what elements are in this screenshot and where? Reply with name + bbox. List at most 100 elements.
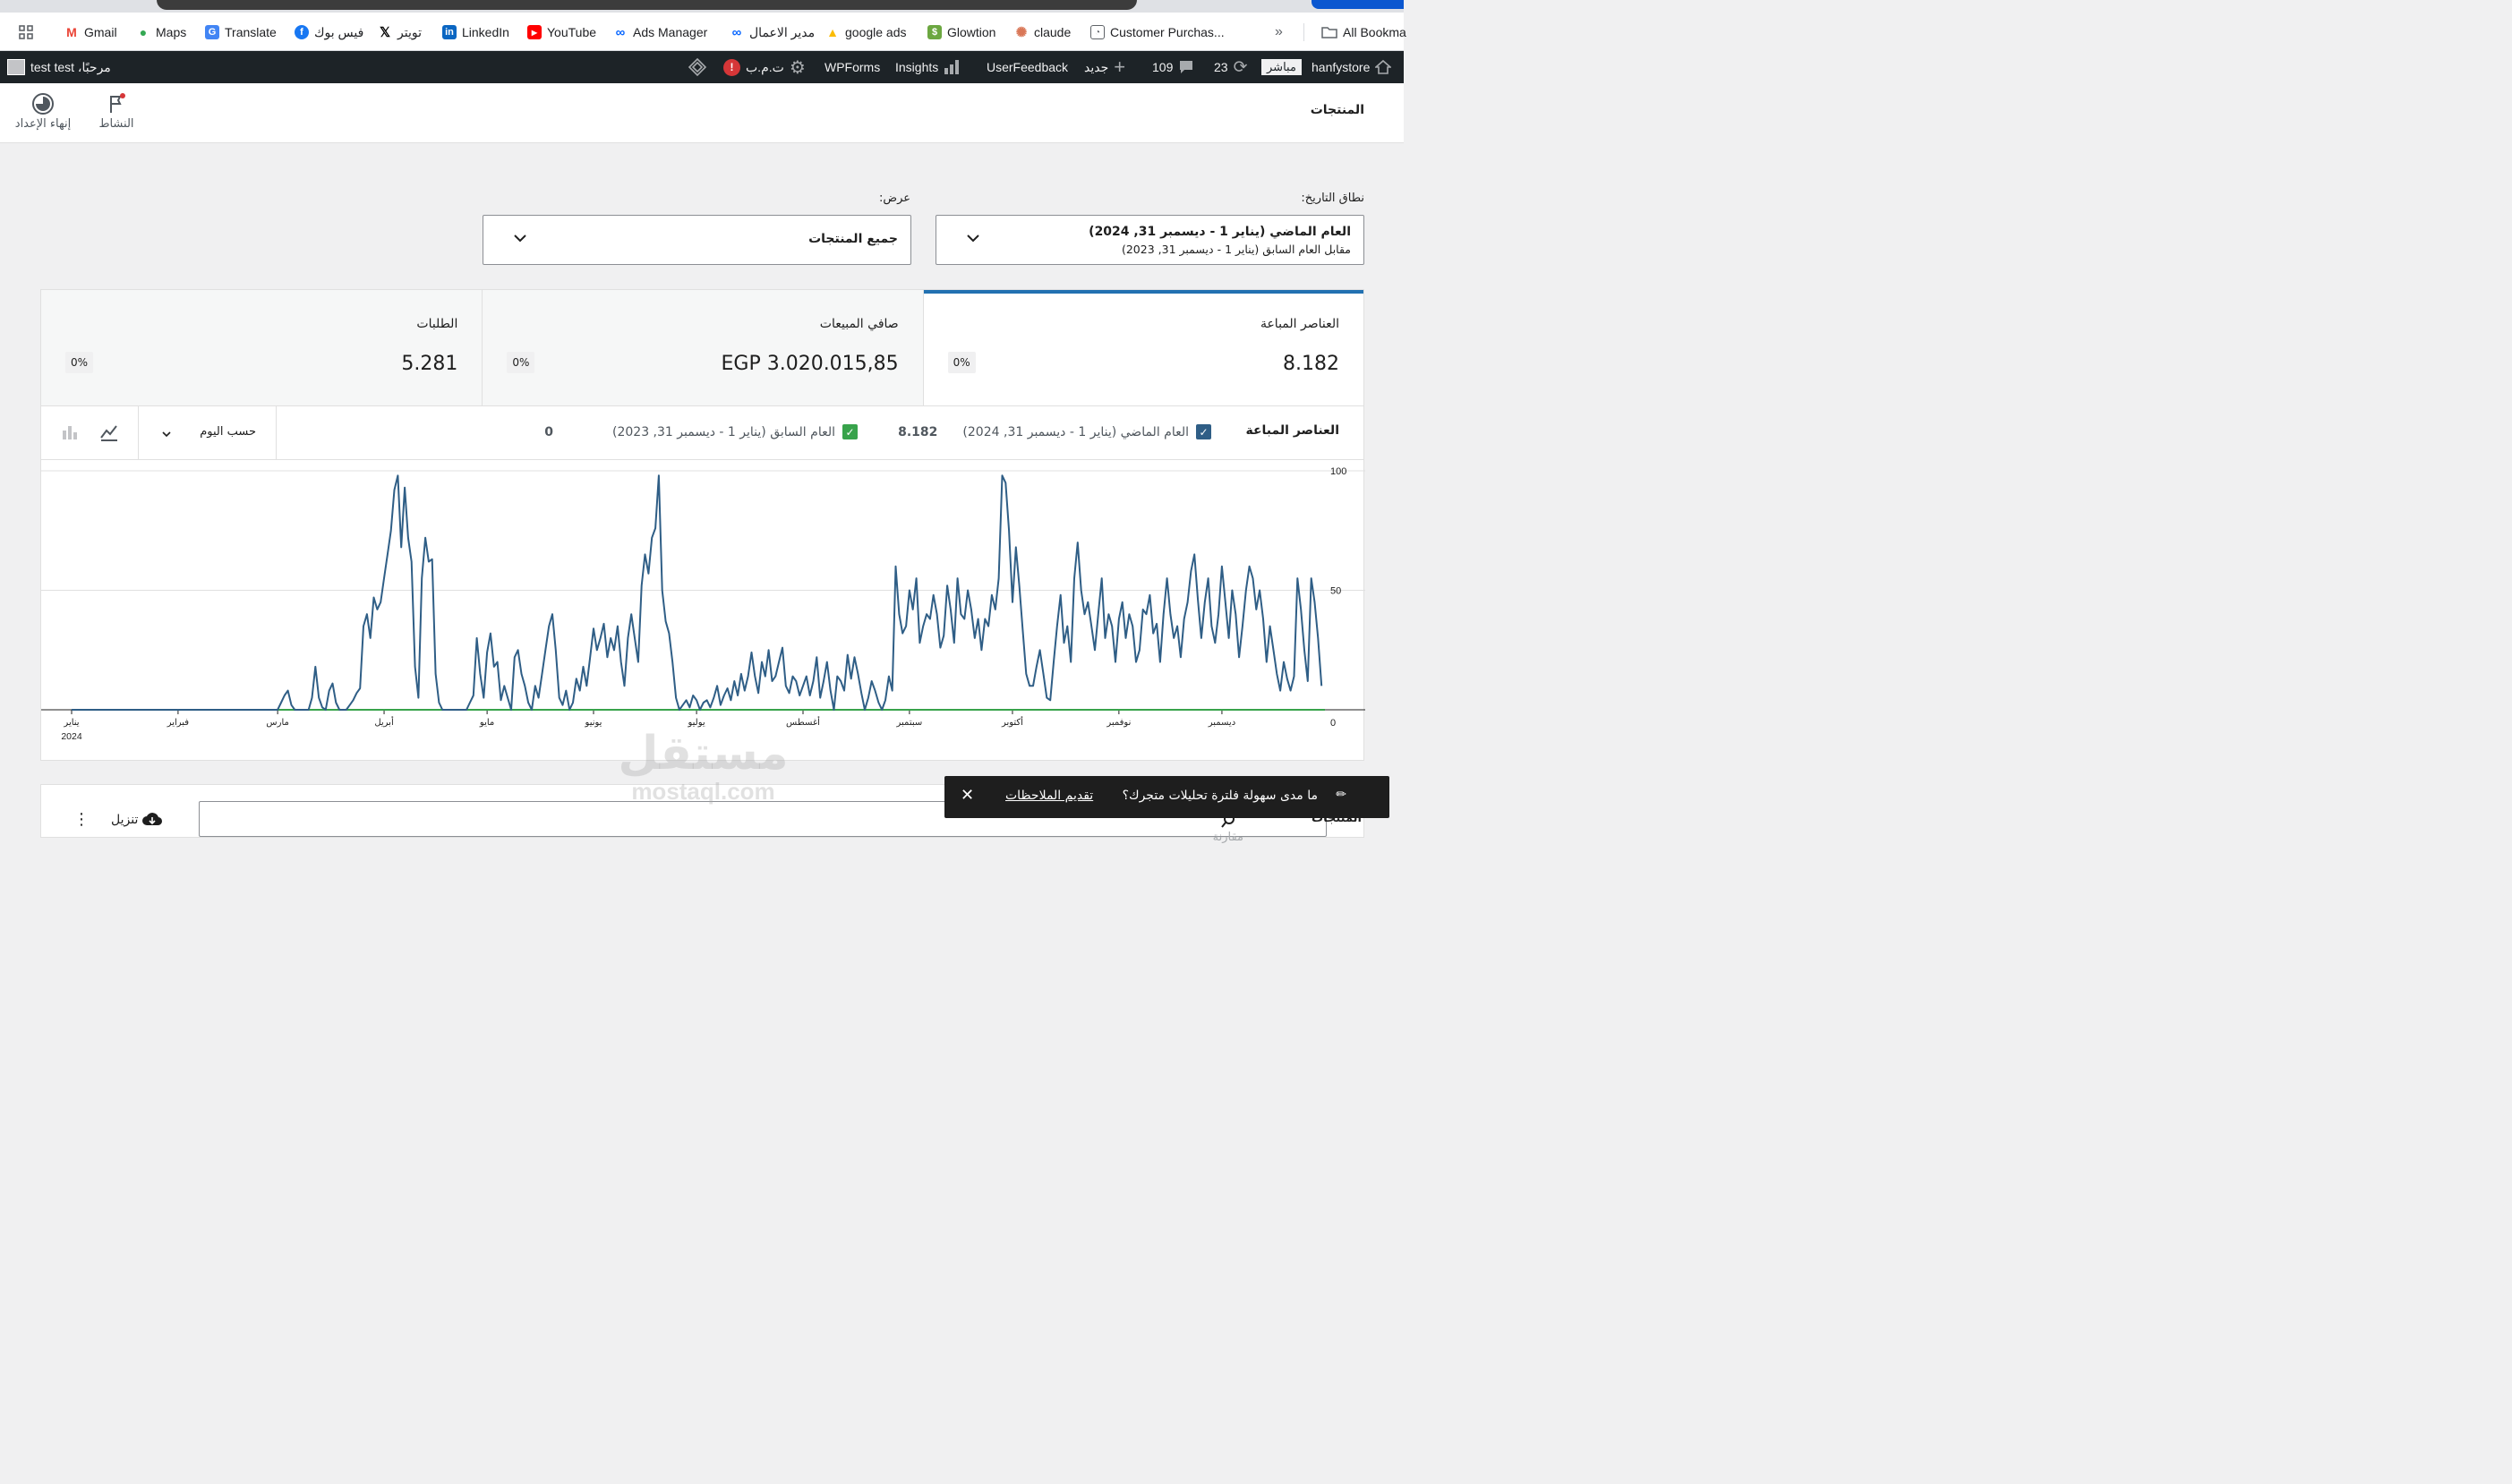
download-button[interactable]: تنزيل: [111, 812, 163, 828]
snackbar-message: ما مدى سهولة فلترة تحليلات متجرك؟: [1122, 789, 1318, 803]
avatar: [7, 59, 25, 75]
pencil-icon: ✏: [1336, 788, 1346, 802]
new-content-menu[interactable]: جديد +: [1084, 51, 1125, 83]
compare-button[interactable]: مقارنة: [1213, 831, 1243, 844]
maps-pin-icon: ●: [136, 25, 150, 39]
chart-title: العناصر المباعة: [1245, 423, 1339, 438]
my-account-menu[interactable]: مرحبًا، test test: [7, 51, 111, 83]
line-chart-icon[interactable]: [98, 422, 120, 443]
wp-admin-bar: مرحبًا، test test ! ت.م.ب ⚙ WPForms Insi…: [0, 51, 1404, 83]
bookmark-linkedin[interactable]: in LinkedIn: [442, 22, 509, 42]
google-ads-icon: ▲: [825, 25, 840, 39]
chart-panel: العناصر المباعة 8.182 العام الماضي (يناي…: [40, 406, 1365, 761]
bookmark-business-manager[interactable]: ∞ مدير الاعمال: [730, 22, 815, 42]
legend-checkbox-checked-icon[interactable]: ✓: [842, 424, 858, 439]
x-tick-label: سبتمبر: [896, 718, 923, 728]
wpml-menu[interactable]: [688, 51, 707, 83]
chart-header: العناصر المباعة 8.182 العام الماضي (يناي…: [41, 406, 1363, 460]
refresh-icon: ⟳: [1233, 57, 1248, 77]
date-range-dropdown[interactable]: العام الماضي (يناير 1 - ديسمبر 31, 2024)…: [936, 215, 1364, 265]
linkedin-icon: in: [442, 25, 457, 39]
x-tick-label: مارس: [266, 718, 288, 728]
summary-label: الطلبات: [416, 317, 458, 331]
feedback-snackbar: ✏ ما مدى سهولة فلترة تحليلات متجرك؟ تقدي…: [944, 776, 1389, 818]
series-line: [72, 474, 1323, 711]
legend-item-previous[interactable]: 0 العام السابق (يناير 1 - ديسمبر 31, 202…: [544, 424, 858, 439]
legend-checkbox-checked-icon[interactable]: ✓: [1196, 424, 1211, 439]
flag-icon: [110, 93, 125, 113]
x-tick-label: نوفمبر: [1106, 718, 1131, 728]
date-range-secondary: مقابل العام السابق (يناير 1 - ديسمبر 31,…: [1121, 243, 1351, 256]
summary-numbers: العناصر المباعة 8.182 0% صافي المبيعات E…: [40, 289, 1364, 406]
seo-menu[interactable]: ! ت.م.ب ⚙: [723, 51, 806, 83]
insights-menu[interactable]: Insights: [895, 51, 960, 83]
summary-value: 5.281: [401, 353, 458, 375]
y-tick-label: 100: [1330, 466, 1346, 477]
cloud-download-icon: [142, 813, 163, 826]
chevron-down-icon: [162, 431, 171, 438]
translate-icon: G: [205, 25, 219, 39]
site-name-menu[interactable]: hanfystore: [1312, 51, 1392, 83]
give-feedback-link[interactable]: تقديم الملاحظات: [1005, 789, 1093, 803]
summary-card-net-sales[interactable]: صافي المبيعات EGP 3.020.015,85 0%: [482, 290, 923, 405]
bookmark-google-ads[interactable]: ▲ google ads: [825, 22, 907, 42]
bookmarks-overflow-button[interactable]: »: [1275, 22, 1283, 42]
bookmark-ads-manager[interactable]: ∞ Ads Manager: [613, 22, 707, 42]
summary-delta: 0%: [947, 352, 976, 373]
bar-chart-icon[interactable]: [61, 423, 79, 441]
interval-select[interactable]: حسب اليوم: [138, 406, 277, 460]
address-bar[interactable]: [157, 0, 1137, 10]
updates-menu[interactable]: 23 ⟳: [1214, 51, 1248, 83]
legend-total: 0: [544, 424, 553, 439]
summary-card-items-sold[interactable]: العناصر المباعة 8.182 0%: [922, 290, 1364, 405]
bookmark-claude[interactable]: ✺ claude: [1014, 22, 1071, 42]
live-badge: مباشر: [1261, 51, 1302, 83]
bookmark-customer-purchases[interactable]: ◔ Customer Purchas...: [1090, 22, 1225, 42]
comments-menu[interactable]: 109: [1152, 51, 1194, 83]
bookmark-twitter[interactable]: 𝕏 تويتر: [378, 22, 422, 42]
rss-icon: ◔: [1090, 25, 1105, 39]
bookmark-translate[interactable]: G Translate: [205, 22, 277, 42]
wpforms-menu[interactable]: WPForms: [825, 51, 880, 83]
gear-icon: ⚙: [789, 57, 806, 78]
seo-alert-badge: !: [723, 58, 740, 76]
x-tick-label: أغسطس: [786, 716, 820, 728]
y-tick-label: 0: [1330, 718, 1336, 729]
apps-button[interactable]: [18, 22, 34, 42]
all-bookmarks-button[interactable]: All Bookma: [1321, 22, 1406, 42]
userfeedback-menu[interactable]: UserFeedback: [987, 51, 1068, 83]
bookmark-maps[interactable]: ● Maps: [136, 22, 186, 42]
legend-label: العام الماضي (يناير 1 - ديسمبر 31, 2024): [962, 424, 1189, 439]
more-options-button[interactable]: ⋮: [73, 810, 90, 829]
legend-label: العام السابق (يناير 1 - ديسمبر 31, 2023): [612, 424, 835, 439]
bookmarks-divider: [1303, 23, 1304, 41]
x-tick-label: فبراير: [167, 718, 190, 728]
x-tick-label: يونيو: [585, 718, 602, 728]
watermark: مستقل mostaql.com: [618, 727, 789, 805]
close-icon[interactable]: ✕: [961, 786, 974, 805]
finish-setup-button[interactable]: إنهاء الإعداد: [7, 92, 79, 131]
bookmark-glowtion[interactable]: $ Glowtion: [927, 22, 995, 42]
comment-icon: [1180, 61, 1193, 73]
activity-button[interactable]: النشاط: [81, 92, 152, 131]
gmail-icon: M: [64, 25, 79, 39]
apps-grid-icon: [19, 25, 33, 39]
legend-item-current[interactable]: 8.182 العام الماضي (يناير 1 - ديسمبر 31,…: [898, 424, 1211, 439]
profile-button[interactable]: [1312, 0, 1404, 9]
x-tick-label: مايو: [479, 718, 494, 728]
bookmark-youtube[interactable]: ▶ YouTube: [527, 22, 596, 42]
interval-label: حسب اليوم: [200, 425, 256, 439]
x-tick-label: أبريل: [374, 716, 394, 728]
meta-icon: ∞: [730, 25, 744, 40]
woocommerce-header: المنتجات النشاط إنهاء الإعداد: [0, 83, 1404, 143]
show-dropdown[interactable]: جميع المنتجات: [483, 215, 911, 265]
bookmark-gmail[interactable]: M Gmail: [64, 22, 117, 42]
facebook-icon: f: [295, 25, 309, 39]
page-title: المنتجات: [1310, 103, 1364, 117]
chevron-down-icon: [967, 235, 979, 243]
summary-value: 8.182: [1283, 353, 1339, 375]
summary-delta: 0%: [507, 352, 535, 373]
bookmark-facebook[interactable]: f فيس بوك: [295, 22, 363, 42]
summary-card-orders[interactable]: الطلبات 5.281 0%: [41, 290, 483, 405]
glowtion-icon: $: [927, 25, 942, 39]
